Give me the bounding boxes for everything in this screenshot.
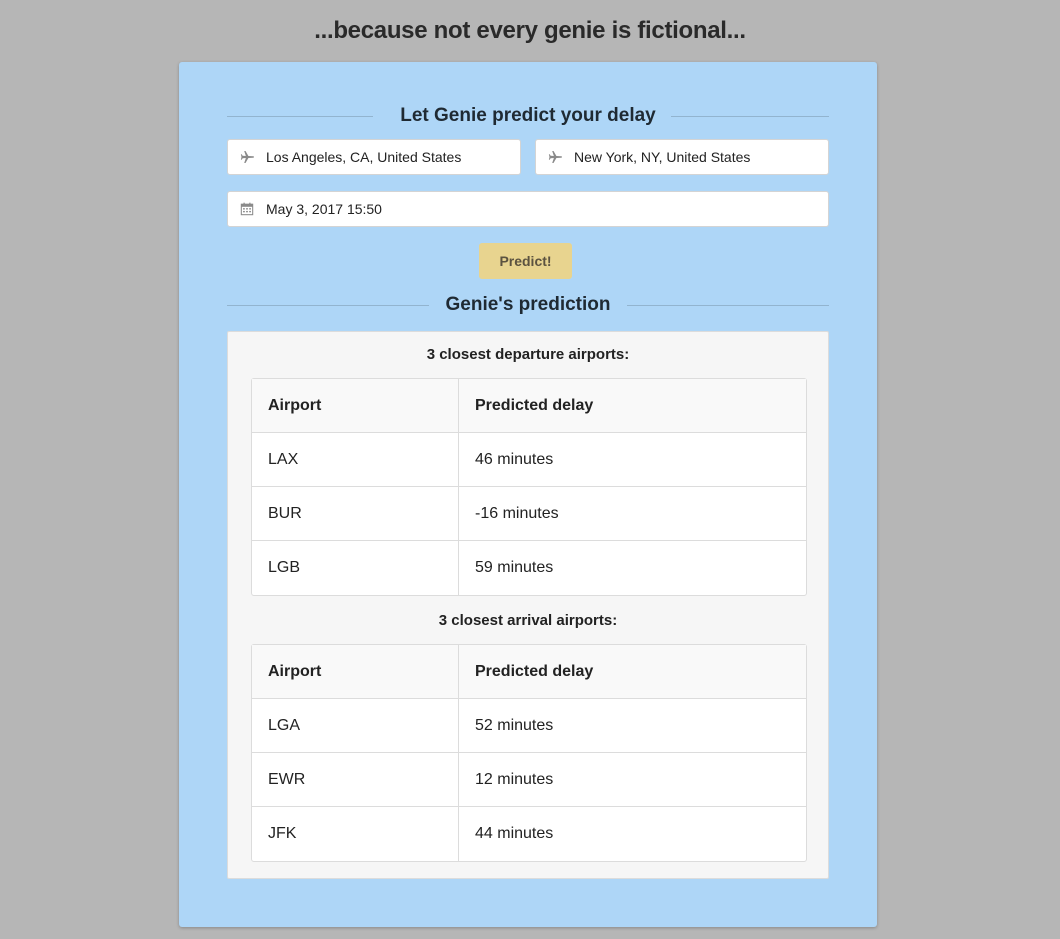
arrival-table: Airport Predicted delay LGA 52 minutes E… xyxy=(251,644,807,862)
airport-cell: BUR xyxy=(252,487,459,541)
delay-cell: 44 minutes xyxy=(475,825,554,842)
datetime-input[interactable] xyxy=(266,201,828,217)
delay-cell: 59 minutes xyxy=(475,559,554,576)
delay-cell: -16 minutes xyxy=(459,487,806,541)
form-title-text: Let Genie predict your delay xyxy=(400,105,656,126)
page-tagline: ...because not every genie is fictional.… xyxy=(314,17,746,44)
prediction-title-text: Genie's prediction xyxy=(445,294,611,315)
plane-icon xyxy=(536,150,574,164)
table-row: LGB 59 minutes xyxy=(252,541,806,595)
table-row: BUR -16 minutes xyxy=(252,487,806,541)
table-row: LAX 46 minutes xyxy=(252,433,806,487)
table-header-row: Airport Predicted delay xyxy=(252,645,806,699)
table-header-row: Airport Predicted delay xyxy=(252,379,806,433)
departure-title: 3 closest departure airports: xyxy=(426,346,630,363)
predict-button[interactable]: Predict! xyxy=(479,243,572,279)
prediction-panel: Let Genie predict your delay Predict! xyxy=(179,62,877,927)
form-title: Let Genie predict your delay xyxy=(227,104,829,128)
table-row: JFK 44 minutes xyxy=(252,807,806,861)
airport-cell: LGA xyxy=(252,699,459,753)
airport-cell: LGB xyxy=(252,541,459,595)
prediction-title: Genie's prediction xyxy=(227,293,829,317)
table-row: LGA 52 minutes xyxy=(252,699,806,753)
delay-cell: 52 minutes xyxy=(459,699,806,753)
datetime-field[interactable] xyxy=(227,191,829,227)
airport-cell: LAX xyxy=(252,433,459,487)
plane-icon xyxy=(228,150,266,164)
delay-column-header: Predicted delay xyxy=(459,645,806,699)
delay-cell: 12 minutes xyxy=(459,753,806,807)
prediction-results: 3 closest departure airports: Airport Pr… xyxy=(227,331,829,879)
airport-cell: JFK xyxy=(252,807,459,861)
delay-column-header: Predicted delay xyxy=(459,379,806,433)
origin-input[interactable] xyxy=(266,149,520,165)
arrival-title: 3 closest arrival airports: xyxy=(438,612,618,629)
calendar-icon xyxy=(228,202,266,216)
destination-field[interactable] xyxy=(535,139,829,175)
table-row: EWR 12 minutes xyxy=(252,753,806,807)
airport-cell: EWR xyxy=(252,753,459,807)
airport-column-header: Airport xyxy=(252,645,459,699)
destination-input[interactable] xyxy=(574,149,828,165)
origin-field[interactable] xyxy=(227,139,521,175)
airport-column-header: Airport xyxy=(252,379,459,433)
departure-table: Airport Predicted delay LAX 46 minutes B… xyxy=(251,378,807,596)
delay-cell: 46 minutes xyxy=(459,433,806,487)
